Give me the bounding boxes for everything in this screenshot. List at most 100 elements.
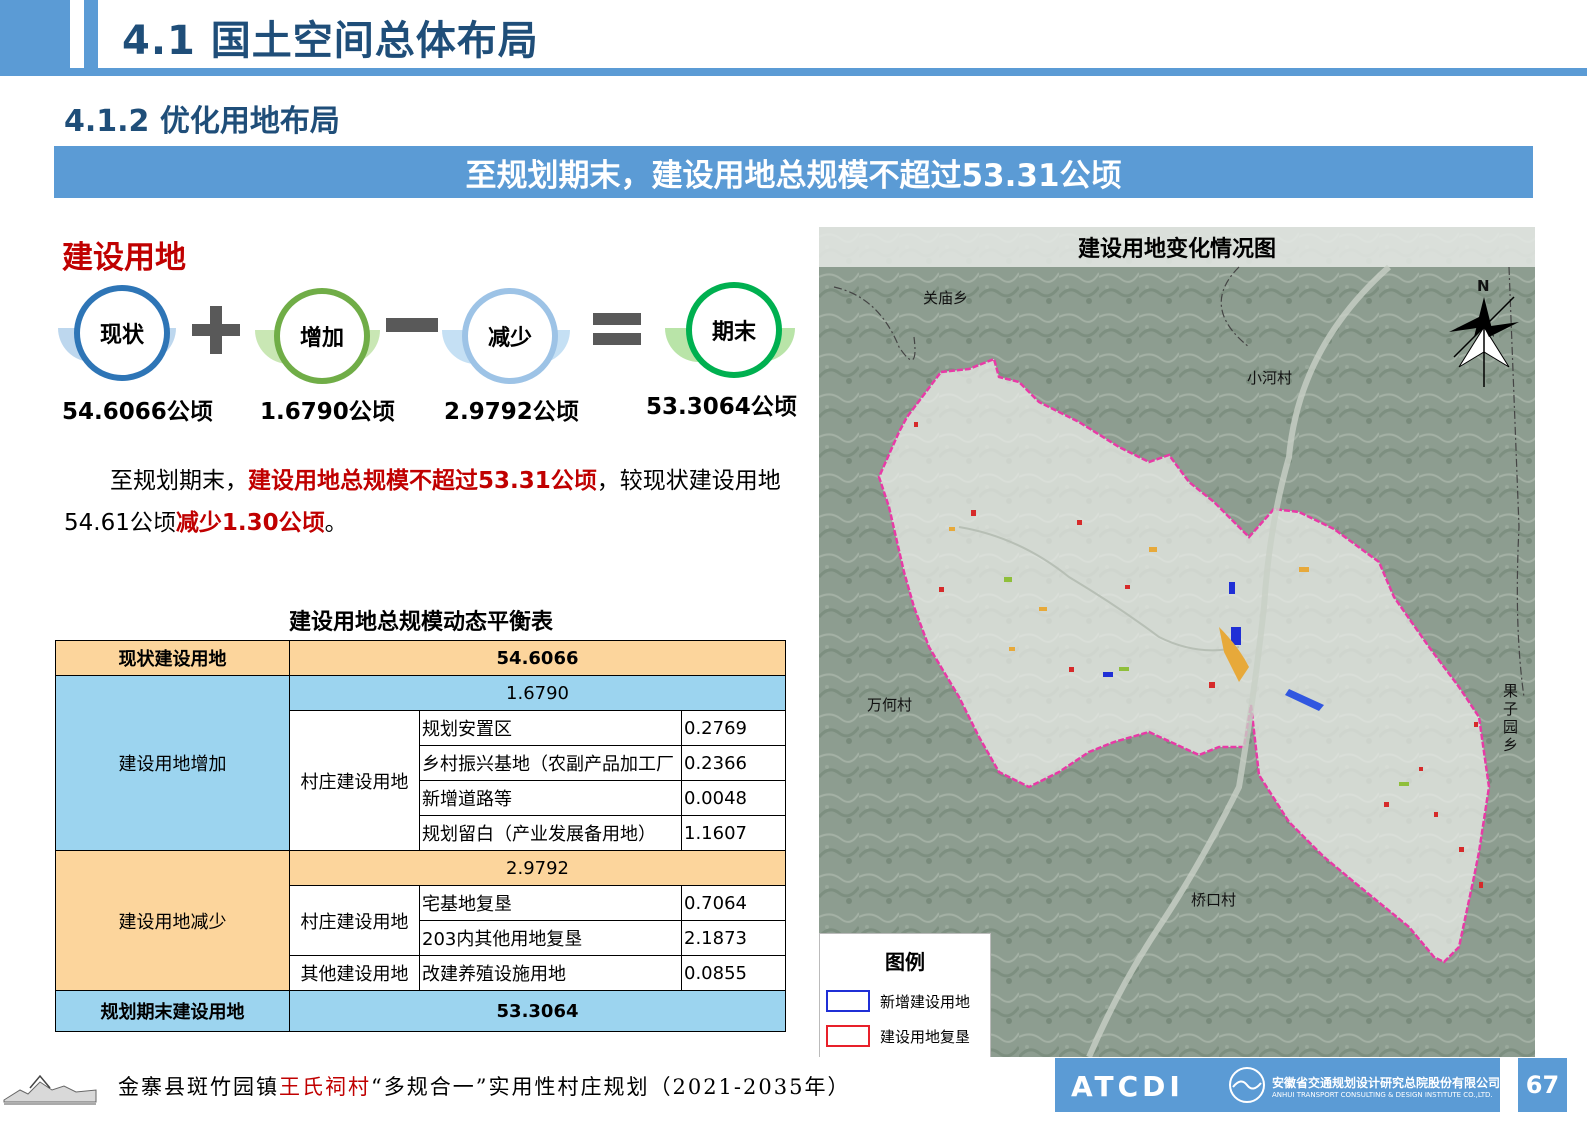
summary-banner: 至规划期末，建设用地总规模不超过53.31公顷 xyxy=(54,146,1533,198)
new-construction-patch xyxy=(1229,582,1235,594)
map-legend: 图例 新增建设用地 建设用地复垦 xyxy=(819,933,991,1057)
reclaim-patch xyxy=(1384,802,1389,807)
land-patch xyxy=(1149,547,1157,552)
legend-item-new: 新增建设用地 xyxy=(826,990,970,1012)
reclaim-patch xyxy=(1419,767,1423,771)
reclaim-patch xyxy=(1474,722,1478,727)
map-title: 建设用地变化情况图 xyxy=(1077,237,1276,262)
term-final-label: 期末 xyxy=(711,320,756,345)
reclaim-patch xyxy=(1209,682,1215,688)
table-cell-item: 改建养殖设施用地 xyxy=(419,955,682,991)
table-cell-item: 新增道路等 xyxy=(419,780,682,816)
header-divider xyxy=(0,68,1587,76)
legend-swatch-red xyxy=(826,1025,870,1047)
term-final-value: 53.3064公顷 xyxy=(646,394,797,420)
reclaim-patch xyxy=(914,422,918,427)
org-badge: ATCDI 安徽省交通规划设计研究总院股份有限公司 ANHUI TRANSPOR… xyxy=(1055,1058,1500,1112)
table-cell-item: 203内其他用地复垦 xyxy=(419,920,682,956)
table-cell-value: 0.0048 xyxy=(680,780,787,816)
table-title: 建设用地总规模动态平衡表 xyxy=(288,610,553,635)
table-cell-value: 0.7064 xyxy=(680,885,787,921)
footer-text-right: “多规合一”实用性村庄规划（2021-2035年） xyxy=(371,1075,851,1099)
term-increase-label: 增加 xyxy=(299,326,344,351)
table-row: 建设用地减少 2.9792 xyxy=(55,850,787,991)
paragraph-emphasis-reduction: 减少1.30公顷 xyxy=(175,510,325,536)
plus-operator-h xyxy=(192,324,240,336)
table-cell-value: 1.1607 xyxy=(680,815,787,851)
reclaim-patch xyxy=(1125,585,1130,589)
reclaim-patch xyxy=(971,510,976,516)
place-label-guanmiao: 关庙乡 xyxy=(923,289,969,307)
place-label-wanhe: 万何村 xyxy=(867,696,913,714)
increase-label-cell: 建设用地增加 xyxy=(55,675,290,851)
decrease-group-other-cell: 其他建设用地 xyxy=(289,955,420,991)
table-cell-item: 乡村振兴基地（农副产品加工厂 xyxy=(419,745,682,781)
legend-label-new: 新增建设用地 xyxy=(880,992,971,1011)
term-decrease-value: 2.9792公顷 xyxy=(444,399,579,425)
paragraph-emphasis-total: 建设用地总规模不超过53.31公顷 xyxy=(248,468,597,494)
header-accent-bar xyxy=(0,0,70,68)
increase-total-cell: 1.6790 xyxy=(288,675,787,711)
footer-project-title: 金寨县斑竹园镇王氏祠村“多规合一”实用性村庄规划（2021-2035年） xyxy=(118,1071,850,1101)
table-cell-value: 0.2769 xyxy=(680,710,787,746)
legend-label-reclaim: 建设用地复垦 xyxy=(880,1027,971,1046)
decrease-label-cell: 建设用地减少 xyxy=(55,850,290,991)
banner-text: 至规划期末，建设用地总规模不超过53.31公顷 xyxy=(465,157,1122,194)
land-patch xyxy=(1299,567,1309,572)
new-construction-patch xyxy=(1103,672,1113,677)
term-decrease-label: 减少 xyxy=(487,326,532,351)
reclaim-patch xyxy=(1459,847,1464,852)
current-value-cell: 54.6066 xyxy=(288,640,787,676)
footer-text-village: 王氏祠村 xyxy=(279,1075,371,1099)
north-label: N xyxy=(1477,277,1490,295)
table-row: 建设用地增加 1.6790 xyxy=(55,675,787,851)
reclaim-patch xyxy=(1479,882,1483,888)
term-decrease-circle: 减少 xyxy=(462,288,558,384)
paragraph-part-5: 。 xyxy=(324,510,348,536)
place-label-guoziyuan: 果子园乡 xyxy=(1503,682,1519,754)
term-current-label: 现状 xyxy=(99,323,144,348)
org-name: 安徽省交通规划设计研究总院股份有限公司 xyxy=(1272,1076,1501,1090)
table-row: 现状建设用地 54.6066 xyxy=(55,640,787,676)
place-label-qiaokou: 桥口村 xyxy=(1191,891,1237,909)
land-patch xyxy=(1039,607,1047,611)
page-number: 67 xyxy=(1518,1058,1567,1112)
paragraph-part-1: 至规划期末， xyxy=(110,468,248,494)
term-current-circle: 现状 xyxy=(74,285,170,381)
table-cell-item: 宅基地复垦 xyxy=(419,885,682,921)
land-patch xyxy=(949,527,955,531)
org-wave-icon xyxy=(1229,1067,1265,1103)
term-increase-circle: 增加 xyxy=(274,288,370,384)
term-current-value: 54.6066公顷 xyxy=(62,399,213,425)
reclaim-patch xyxy=(939,587,944,592)
term-increase-value: 1.6790公顷 xyxy=(260,399,395,425)
section-title: 建设用地 xyxy=(62,240,186,276)
table-cell-value: 0.2366 xyxy=(680,745,787,781)
equals-operator-bottom xyxy=(593,333,641,345)
reclaim-patch xyxy=(1434,812,1438,817)
land-patch xyxy=(1009,647,1015,651)
table-cell-item: 规划留白（产业发展备用地） xyxy=(419,815,682,851)
term-final-circle: 期末 xyxy=(686,282,782,378)
decrease-group-cell: 村庄建设用地 xyxy=(289,885,420,956)
current-label-cell: 现状建设用地 xyxy=(55,640,290,676)
summary-paragraph: 至规划期末，建设用地总规模不超过53.31公顷，较现状建设用地54.61公顷减少… xyxy=(64,460,784,544)
land-patch xyxy=(1004,577,1012,582)
balance-table: 现状建设用地 54.6066 建设用地增加 1.6790 村庄建设用地 规划安置… xyxy=(55,640,787,1032)
header-accent-bar-thin xyxy=(84,0,98,68)
place-label-xiaohe: 小河村 xyxy=(1247,369,1293,387)
increase-group-cell: 村庄建设用地 xyxy=(289,710,420,851)
minus-operator xyxy=(386,318,438,332)
decrease-total-cell: 2.9792 xyxy=(288,850,787,886)
land-change-map: 建设用地变化情况图 N 关庙乡 小河村 万何村 桥口村 果子园乡 图例 新增建设… xyxy=(819,227,1535,1057)
equals-operator-top xyxy=(593,313,641,325)
page-title: 4.1 国土空间总体布局 xyxy=(122,18,539,64)
footer-text-left: 金寨县斑竹园镇 xyxy=(118,1075,279,1099)
land-patch xyxy=(1119,667,1129,671)
org-logo-mark: ATCDI xyxy=(1071,1070,1184,1103)
table-cell-item: 规划安置区 xyxy=(419,710,682,746)
table-cell-value: 2.1873 xyxy=(680,920,787,956)
final-value-cell: 53.3064 xyxy=(288,990,787,1032)
final-label-cell: 规划期末建设用地 xyxy=(55,990,290,1032)
section-subtitle: 4.1.2 优化用地布局 xyxy=(64,104,340,139)
